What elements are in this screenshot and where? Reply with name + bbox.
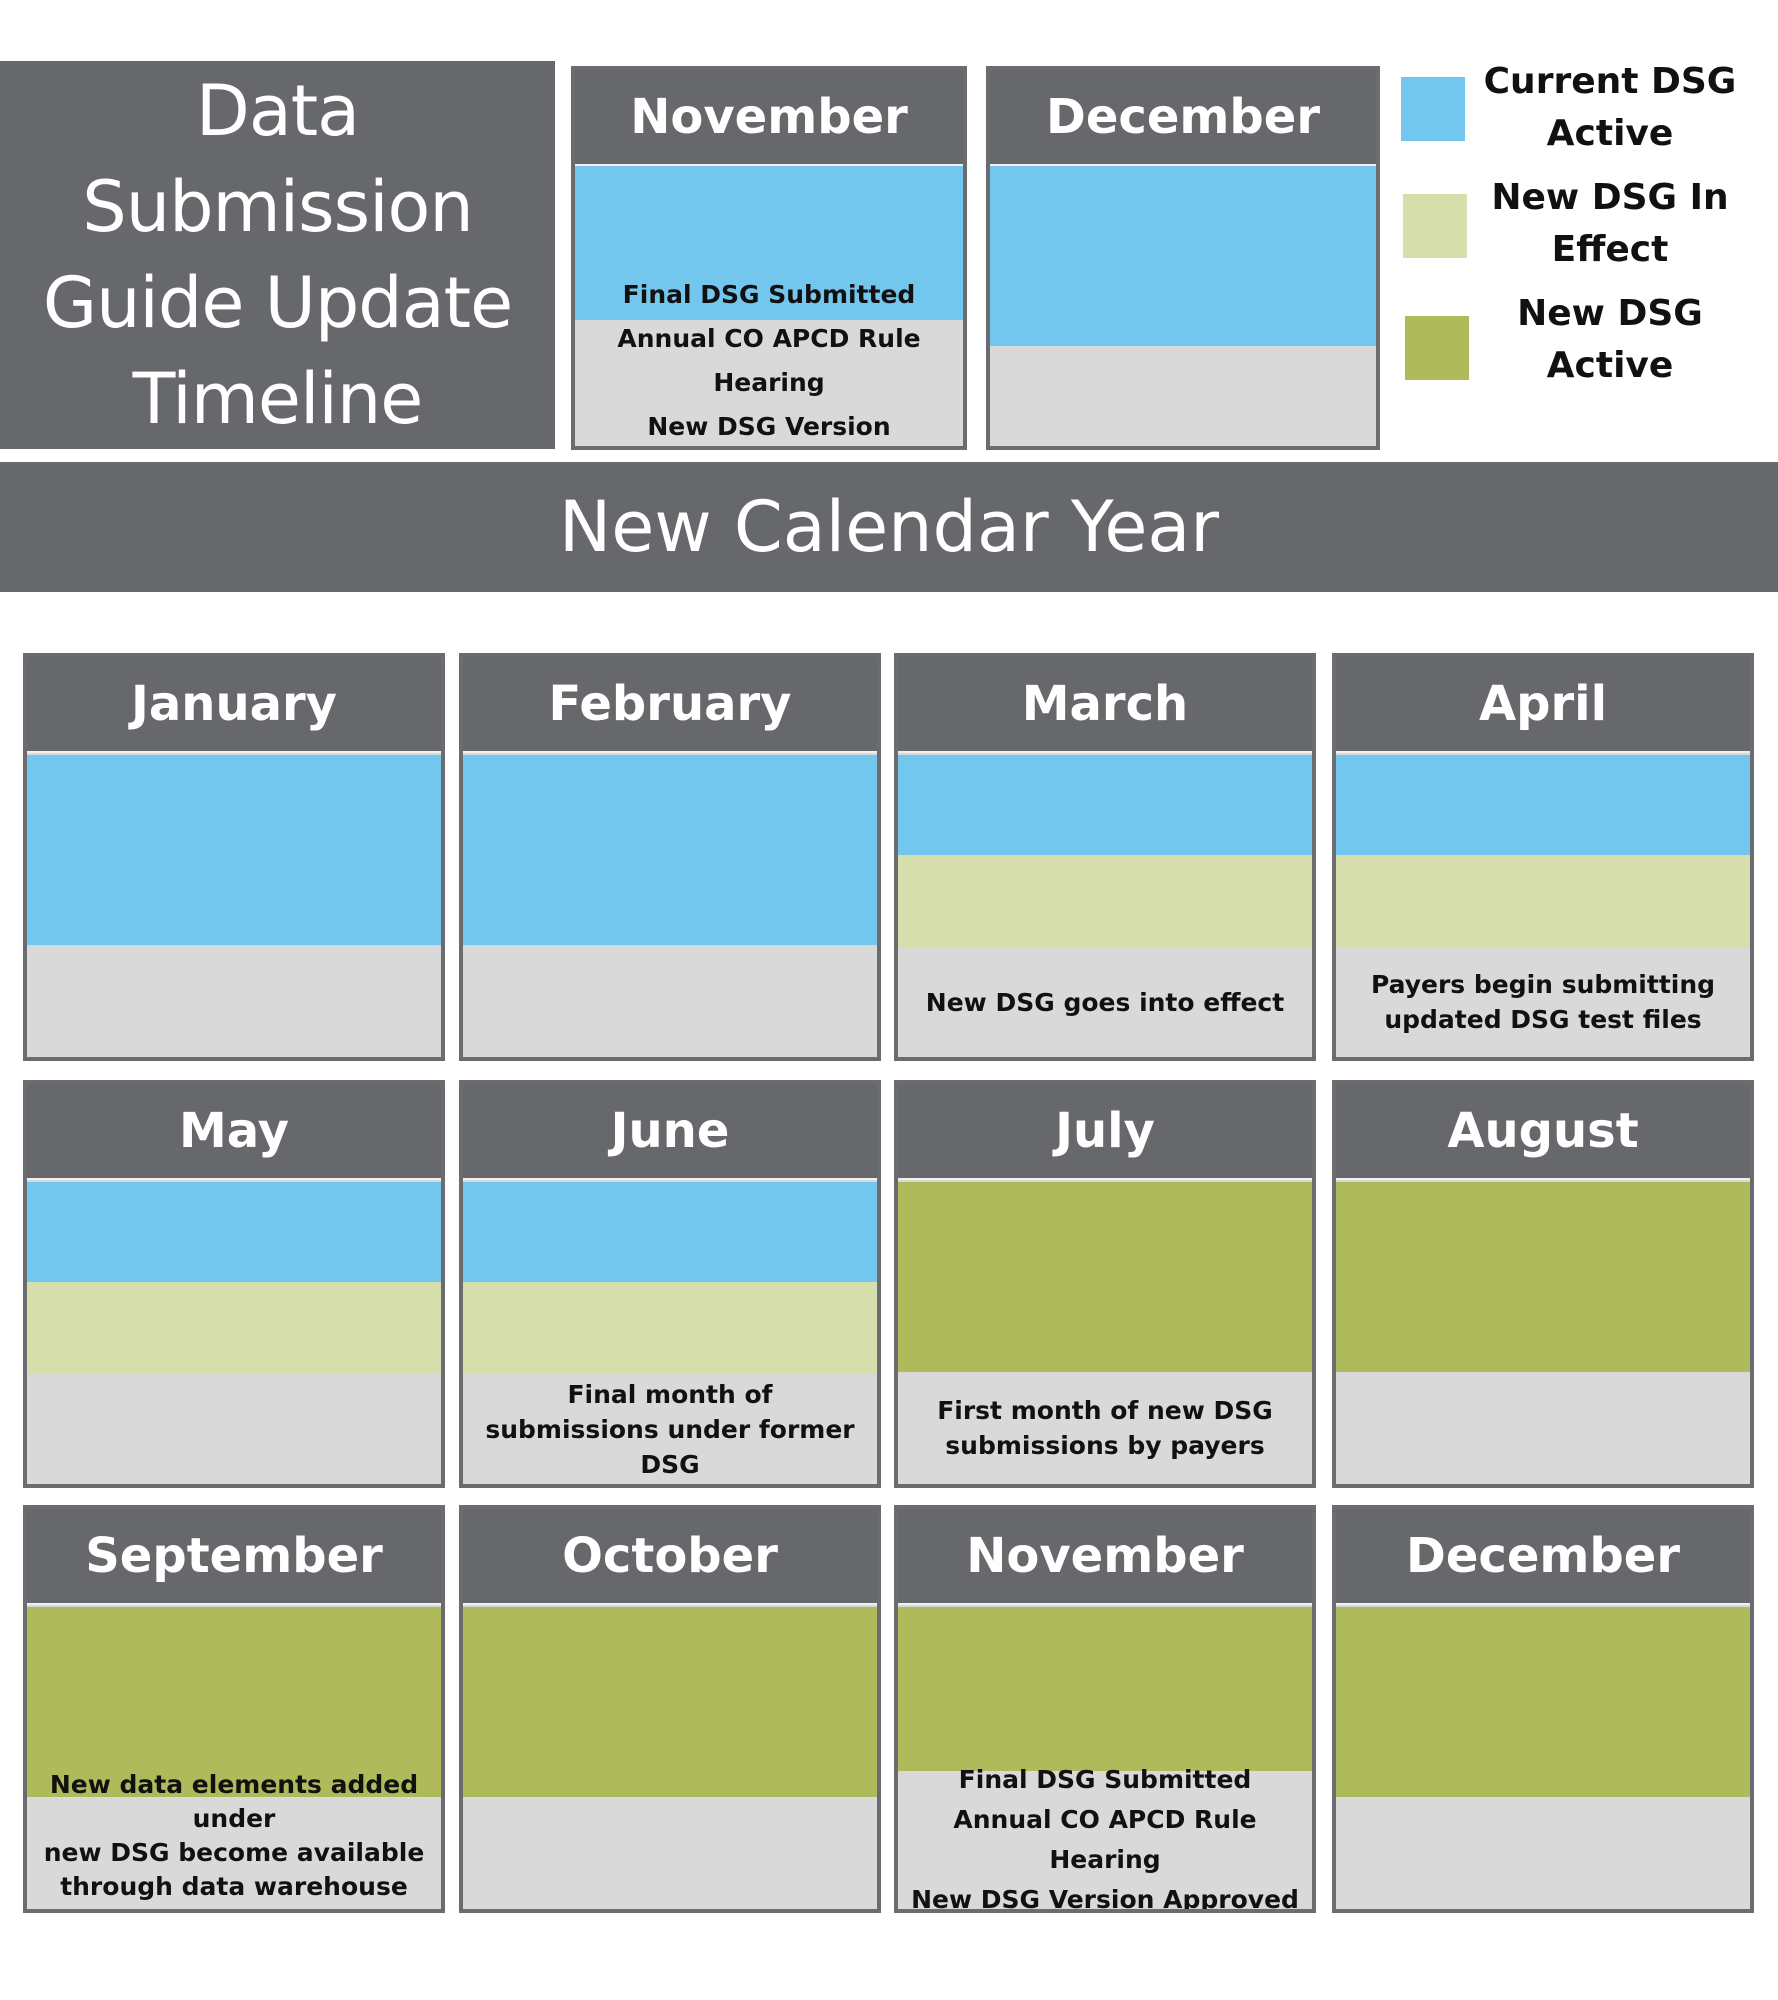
month-notes: Final DSG Submitted Annual CO APCD Rule H… [575,280,963,446]
note-line: Annual CO APCD Rule Hearing [953,1805,1257,1874]
status-bar-new [898,1607,1312,1771]
status-bar-current [898,755,1312,855]
month-notes [990,346,1376,446]
status-bar-current [463,755,877,945]
month-notes: Final DSG Submitted Annual CO APCD Rule H… [898,1765,1312,1909]
month-header: November [898,1509,1312,1605]
legend-label-line: Active [1546,345,1674,386]
month-card-january: January [23,653,445,1061]
note-line: DSG [640,1449,700,1479]
note-line: submissions by payers [945,1431,1265,1460]
month-header: March [898,657,1312,753]
note-line: updated DSG test files [1384,1005,1702,1034]
month-header: November [575,70,963,166]
status-bar-new [463,1607,877,1797]
month-header: October [463,1509,877,1605]
legend-label-line: Effect [1551,229,1669,270]
month-card-april: April Payers begin submitting updated DSG … [1332,653,1754,1061]
month-card-february: February [459,653,881,1061]
month-notes [463,945,877,1057]
month-header: August [1336,1084,1750,1180]
month-notes [1336,1797,1750,1909]
month-header: January [27,657,441,753]
note-line: First month of new DSG [937,1396,1273,1425]
legend-swatch-effect [1403,194,1467,258]
month-notes: First month of new DSG submissions by pay… [898,1372,1312,1484]
note-line: Annual CO APCD Rule Hearing [617,324,921,397]
legend-label-line: New DSG [1517,293,1703,334]
legend-label-new: New DSG Active [1460,288,1760,392]
prior-card-december: December [986,66,1380,450]
note-line: Final month of [567,1379,773,1409]
status-bar-effect [1336,855,1750,947]
band-label: New Calendar Year [558,486,1220,568]
status-bar-current [27,1182,441,1282]
note-line: new DSG become available [43,1838,425,1867]
status-bar-new [898,1182,1312,1372]
month-header: December [990,70,1376,166]
month-notes: Final month of submissions under former DS… [463,1374,877,1484]
month-header: July [898,1084,1312,1180]
month-notes [27,1374,441,1484]
month-header: June [463,1084,877,1180]
note-line: New DSG Version Approved [647,412,891,441]
status-bar-current [990,166,1376,346]
status-bar-new [1336,1182,1750,1372]
new-calendar-year-band: New Calendar Year [0,462,1778,592]
month-header: February [463,657,877,753]
month-header: April [1336,657,1750,753]
timeline-title: Data Submission Guide Update Timeline [0,61,555,449]
month-card-august: August [1332,1080,1754,1488]
month-notes [463,1797,877,1909]
legend-label-line: Active [1546,113,1674,154]
month-card-november: November Final DSG Submitted Annual CO APC… [894,1505,1316,1913]
prior-card-november: November Final DSG Submitted Annual CO APC… [571,66,967,450]
status-bar-current [463,1182,877,1282]
note-line: New DSG goes into effect [925,987,1285,1017]
timeline-title-text: Data Submission Guide Update Timeline [42,70,513,440]
month-notes: Payers begin submitting updated DSG test … [1336,947,1750,1057]
month-header: May [27,1084,441,1180]
month-notes [27,945,441,1057]
note-line: through data warehouse refresh [60,1872,408,1909]
month-card-may: May [23,1080,445,1488]
month-card-october: October [459,1505,881,1913]
note-line: Payers begin submitting [1370,970,1716,999]
month-notes: New DSG goes into effect [898,947,1312,1057]
status-bar-effect [898,855,1312,947]
legend-label-effect: New DSG In Effect [1460,172,1760,276]
month-card-march: March New DSG goes into effect [894,653,1316,1061]
month-card-september: September New data elements added under ne… [23,1505,445,1913]
month-card-december: December [1332,1505,1754,1913]
status-bar-effect [463,1282,877,1374]
legend-label-current: Current DSG Active [1460,56,1760,160]
status-bar-current [27,755,441,945]
status-bar-current [1336,755,1750,855]
month-card-june: June Final month of submissions under form… [459,1080,881,1488]
legend-swatch-current [1401,77,1465,141]
note-line: New DSG Version Approved [911,1885,1299,1913]
month-header: December [1336,1509,1750,1605]
note-line: submissions under former [485,1414,855,1444]
month-header: September [27,1509,441,1605]
status-bar-effect [27,1282,441,1374]
month-notes: New data elements added under new DSG bec… [27,1770,441,1909]
note-line: Final DSG Submitted [622,280,916,309]
legend-label-line: Current DSG [1483,61,1737,102]
note-line: New data elements added under [49,1770,419,1833]
month-notes [1336,1372,1750,1484]
legend-label-line: New DSG In [1491,177,1729,218]
month-card-july: July First month of new DSG submissions by… [894,1080,1316,1488]
note-line: Final DSG Submitted [958,1765,1252,1794]
status-bar-new [1336,1607,1750,1797]
